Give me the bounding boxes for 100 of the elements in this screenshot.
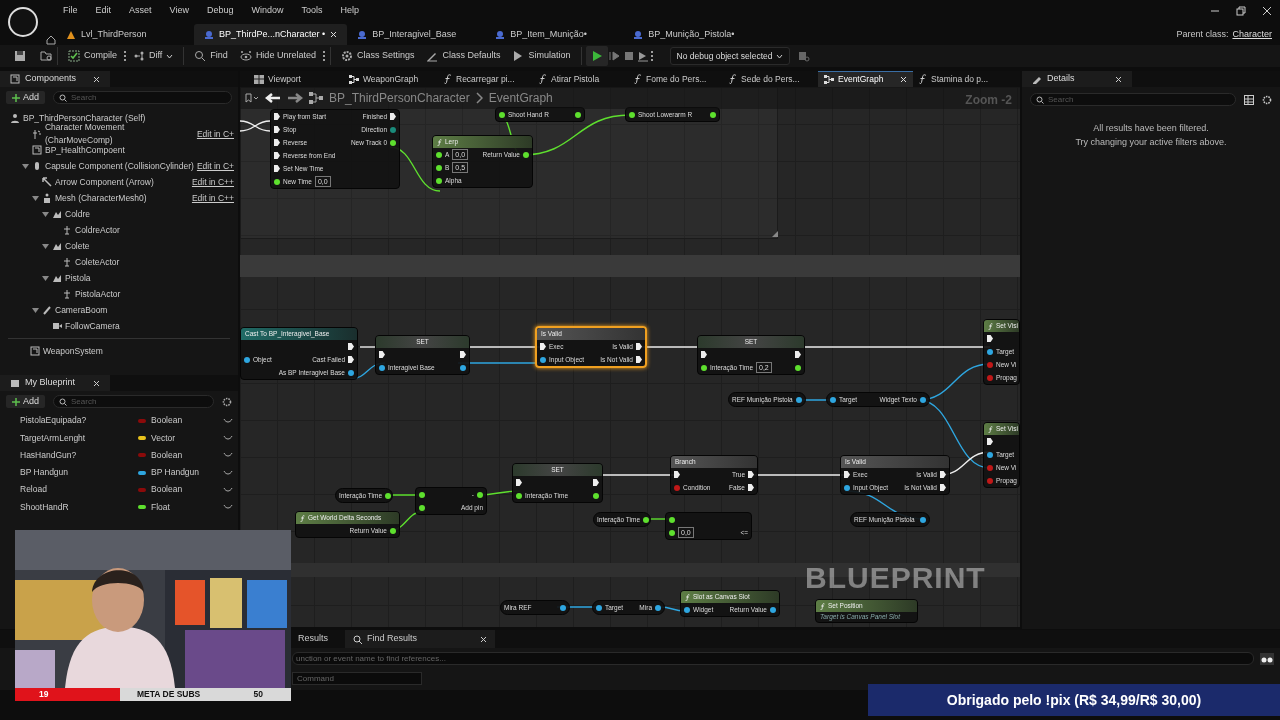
tree-item[interactable]: Capsule Component (CollisionCylinder) Edit in C+ [0,158,238,174]
document-tab[interactable]: BP_ThirdPe...nCharacter • [194,24,348,45]
variable-item[interactable]: PistolaEquipada? Boolean [0,412,238,430]
data-pin[interactable] [796,396,802,403]
data-pin[interactable] [560,604,566,611]
data-pin[interactable] [244,356,250,363]
menu-item[interactable]: Window [242,4,293,18]
settings-icon[interactable] [222,396,232,407]
eject-icon[interactable] [635,50,650,62]
tree-item[interactable]: WeaponSystem [0,343,238,359]
variable-item[interactable]: Reload Boolean [0,481,238,499]
tree-item[interactable]: FollowCamera [0,318,238,334]
close-icon[interactable] [93,75,100,83]
toolbar-button[interactable]: Compile [62,45,123,67]
graph-tab[interactable]: Recarregar pi... [438,71,533,87]
data-pin[interactable] [499,111,505,118]
menu-item[interactable]: Asset [120,4,161,18]
tree-item[interactable]: CameraBoom [0,302,238,318]
data-pin[interactable] [477,491,483,498]
data-pin[interactable] [274,178,280,185]
data-pin[interactable] [460,364,466,371]
tree-item[interactable]: ColeteActor [0,254,238,270]
exec-pin[interactable] [636,356,642,363]
data-pin[interactable] [523,151,529,158]
data-pin[interactable] [436,177,442,184]
breadcrumb-item[interactable]: BP_ThirdPersonCharacter [329,89,470,107]
exec-pin[interactable] [593,479,599,486]
close-icon[interactable] [1115,75,1122,83]
menu-item[interactable]: Debug [197,4,243,18]
panel-tab[interactable]: My Blueprint [0,375,110,391]
close-icon[interactable] [330,31,338,38]
document-tab[interactable]: Lvl_ThirdPerson [56,24,194,45]
close-icon[interactable] [900,76,907,83]
more-icon[interactable] [321,50,326,62]
tree-item[interactable]: ColdreActor [0,222,238,238]
toolbar-button[interactable]: Class Settings [334,45,421,67]
save-icon[interactable] [14,50,26,62]
document-tab[interactable]: BP_Munição_Pistola• [623,24,762,45]
graph-tab[interactable]: Viewport [248,71,343,87]
forward-arrow-icon[interactable] [287,92,303,104]
toolbar-button[interactable]: Hide Unrelated [233,45,322,67]
toolbar-button[interactable]: Class Defaults [420,45,507,67]
graph-tab[interactable]: EventGraph [818,71,913,87]
exec-pin[interactable] [636,343,642,350]
exec-pin[interactable] [674,471,680,478]
parent-class-link[interactable]: Character [1232,27,1272,41]
exec-pin[interactable] [390,113,396,120]
data-pin[interactable] [348,369,354,376]
data-pin[interactable] [385,492,391,499]
more-icon[interactable] [123,50,127,62]
close-icon[interactable] [93,379,100,387]
expand-arrow-icon[interactable] [42,210,49,218]
menu-item[interactable]: View [160,4,198,18]
data-pin[interactable] [419,491,425,498]
command-field[interactable]: Command [292,672,422,685]
exec-pin[interactable] [348,356,354,363]
back-arrow-icon[interactable] [265,92,281,104]
step-icon[interactable] [607,50,622,62]
debug-object-dropdown[interactable]: No debug object selected [669,47,791,65]
data-pin[interactable] [643,516,649,523]
graph-tab[interactable]: WeaponGraph [343,71,438,87]
graph-tab[interactable]: Atirar Pistola [533,71,628,87]
edit-link[interactable]: Edit in C++ [191,191,238,205]
data-pin[interactable] [419,504,425,511]
panel-tab[interactable]: Results [290,630,345,648]
settings-icon[interactable] [1262,94,1272,105]
expand-arrow-icon[interactable] [32,194,39,202]
edit-link[interactable]: Edit in C+ [196,159,238,173]
data-pin[interactable] [436,164,442,171]
data-pin[interactable] [390,139,396,146]
variable-item[interactable]: BP Handgun BP Handgun [0,463,238,482]
panel-tab[interactable]: Details [1022,71,1132,87]
exec-pin[interactable] [274,152,280,159]
tree-item[interactable]: Coldre [0,206,238,222]
expand-arrow-icon[interactable] [22,162,29,170]
panel-tab[interactable]: Components [0,71,110,87]
exec-pin[interactable] [379,351,385,358]
exec-pin[interactable] [274,113,280,120]
find-field[interactable]: unction or event name to find references... [292,652,1254,665]
menu-item[interactable]: Edit [86,4,121,18]
variable-item[interactable]: HasHandGun? Boolean [0,446,238,464]
edit-link[interactable]: Edit in C+ [196,127,238,141]
variable-item[interactable]: ShootHandR Float [0,498,238,516]
folder-search-icon[interactable] [40,50,53,62]
exec-pin[interactable] [987,335,993,342]
close-icon[interactable] [480,635,487,643]
menu-item[interactable]: File [54,4,87,18]
data-pin[interactable] [701,364,707,371]
exec-pin[interactable] [460,351,466,358]
add-button[interactable]: Add [6,91,45,104]
eye-icon[interactable] [223,504,233,511]
graph-tab[interactable]: Fome do Pers... [628,71,723,87]
expand-arrow-icon[interactable] [32,306,39,314]
exec-pin[interactable] [795,351,801,358]
exec-pin[interactable] [748,471,754,478]
exec-pin[interactable] [940,471,946,478]
exec-pin[interactable] [987,438,993,445]
exec-pin[interactable] [516,479,522,486]
restore-icon[interactable] [1236,6,1246,16]
expand-arrow-icon[interactable] [42,274,49,282]
